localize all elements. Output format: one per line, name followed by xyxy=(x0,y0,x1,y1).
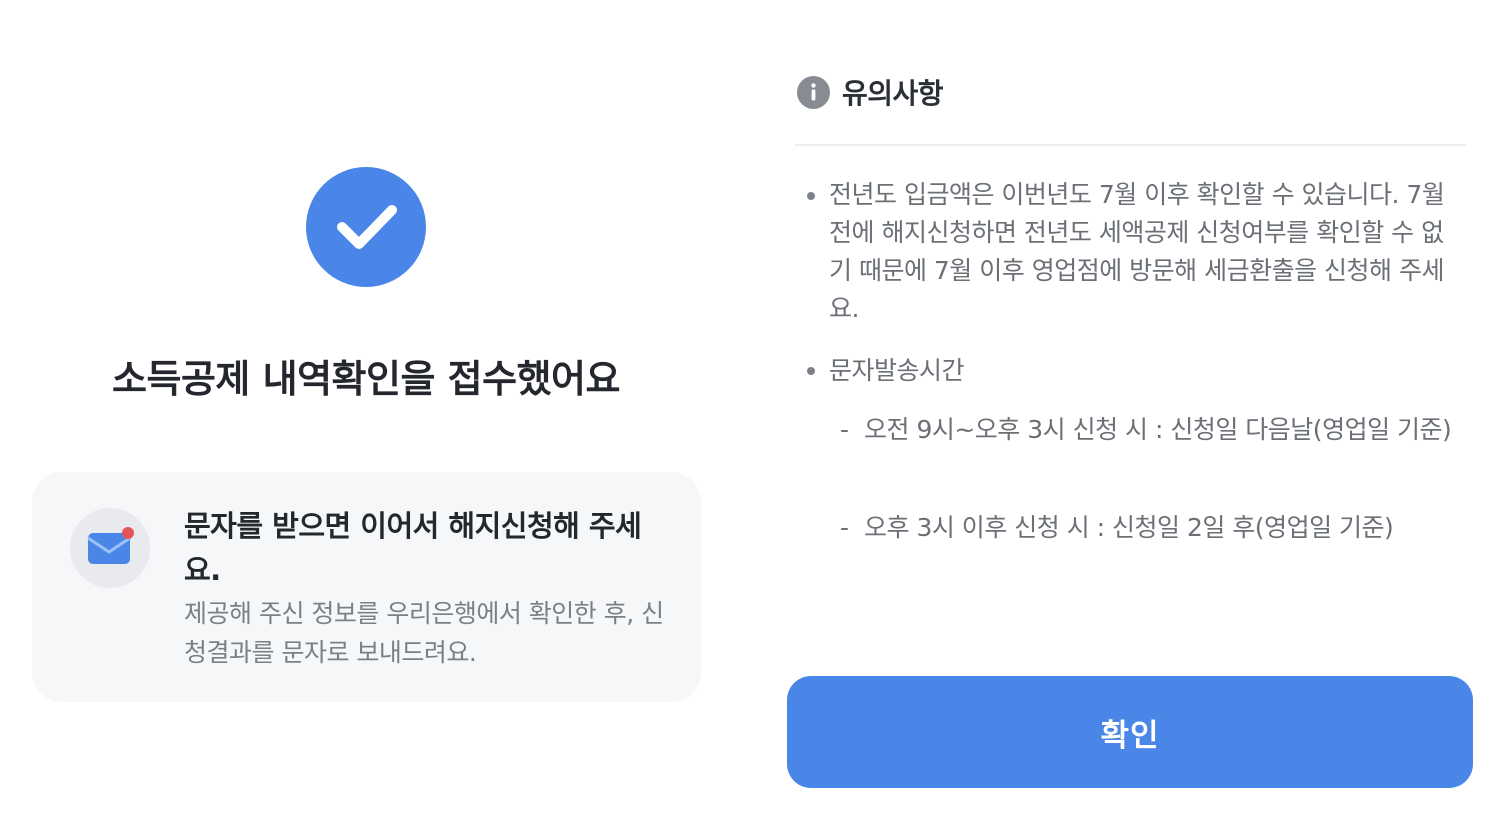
card-title: 문자를 받으면 이어서 해지신청해 주세요. xyxy=(184,509,642,587)
bullet-dot xyxy=(807,367,815,375)
dash-marker: - xyxy=(840,513,850,542)
sub-item-after-3pm: 오후 3시 이후 신청 시 : 신청일 2일 후(영업일 기준) xyxy=(864,513,1394,542)
notice-item-tax: 전년도 입금액은 이번년도 7월 이후 확인할 수 있습니다. 7월 전에 해지… xyxy=(829,180,1445,323)
dash-marker: - xyxy=(840,415,850,444)
info-icon xyxy=(797,75,830,109)
bullet-dot xyxy=(807,192,815,200)
notice-item-sms-time: 문자발송시간 xyxy=(829,356,965,385)
divider xyxy=(795,144,1466,146)
mail-icon xyxy=(70,508,150,588)
confirm-button[interactable]: 확인 xyxy=(787,676,1473,788)
notice-title: 유의사항 xyxy=(842,77,944,110)
page-title: 소득공제 내역확인을 접수했어요 xyxy=(112,357,620,401)
success-check-icon xyxy=(306,167,426,287)
notice-header: 유의사항 xyxy=(797,72,944,112)
sms-info-card: 문자를 받으면 이어서 해지신청해 주세요. 제공해 주신 정보를 우리은행에서… xyxy=(32,472,701,702)
card-description: 제공해 주신 정보를 우리은행에서 확인한 후, 신청결과를 문자로 보내드려요… xyxy=(184,599,664,667)
sub-item-before-3pm: 오전 9시~오후 3시 신청 시 : 신청일 다음날(영업일 기준) xyxy=(864,415,1452,444)
